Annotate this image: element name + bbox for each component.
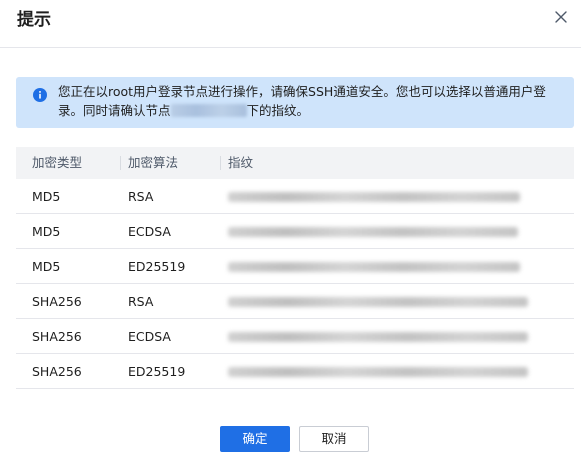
table-header: 加密类型 加密算法 指纹 [16,147,574,179]
alert-text-after: 下的指纹。 [246,103,310,118]
cancel-button[interactable]: 取消 [299,426,369,452]
fingerprint-redacted [228,367,528,377]
cell-type: SHA256 [32,294,82,309]
cell-algorithm: ECDSA [128,329,171,344]
cell-type: MD5 [32,224,61,239]
table-row: SHA256 RSA [16,284,574,319]
cell-algorithm: RSA [128,189,154,204]
security-alert: 您正在以root用户登录节点进行操作，请确保SSH通道安全。您也可以选择以普通用… [16,77,574,128]
table-row: MD5 RSA [16,179,574,214]
table-row: MD5 ED25519 [16,249,574,284]
cell-type: SHA256 [32,364,82,379]
fingerprint-redacted [228,332,528,342]
dialog: 提示 您正在以root用户登录节点进行操作，请确保SSH通道安全。您也可以选择以… [0,0,581,462]
cell-algorithm: ED25519 [128,364,186,379]
info-icon [33,87,47,102]
table-row: SHA256 ED25519 [16,354,574,389]
column-divider [120,156,121,170]
header-encryption-type: 加密类型 [32,155,83,170]
column-divider [220,156,221,170]
dialog-header: 提示 [0,0,581,48]
cell-algorithm: RSA [128,294,154,309]
table-row: SHA256 ECDSA [16,319,574,354]
fingerprint-table: 加密类型 加密算法 指纹 MD5 RSA MD5 ECDSA MD5 ED255… [16,147,574,389]
table-row: MD5 ECDSA [16,214,574,249]
header-encryption-algorithm: 加密算法 [128,155,179,170]
dialog-title: 提示 [17,10,51,30]
cell-algorithm: ED25519 [128,259,186,274]
cell-type: MD5 [32,189,61,204]
cell-algorithm: ECDSA [128,224,171,239]
fingerprint-redacted [228,192,520,202]
cell-type: MD5 [32,259,61,274]
header-fingerprint: 指纹 [228,155,254,170]
close-icon[interactable] [552,8,570,26]
fingerprint-redacted [228,297,528,307]
cell-type: SHA256 [32,329,82,344]
node-address-redacted [170,104,247,117]
confirm-button[interactable]: 确定 [220,426,290,452]
fingerprint-redacted [228,227,518,237]
alert-message: 您正在以root用户登录节点进行操作，请确保SSH通道安全。您也可以选择以普通用… [58,82,558,120]
fingerprint-redacted [228,262,520,272]
